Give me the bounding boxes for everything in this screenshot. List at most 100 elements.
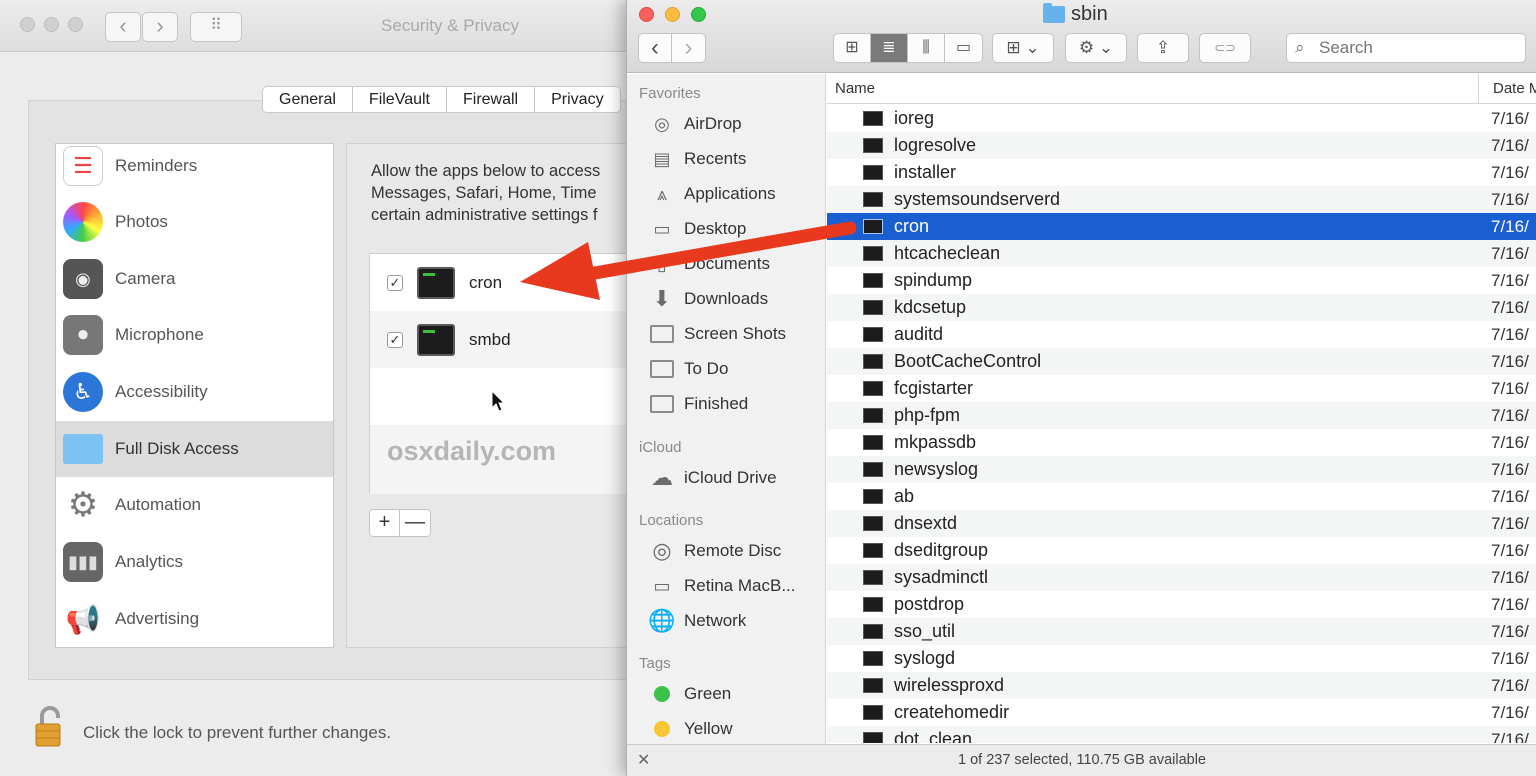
minimize-button[interactable]: [665, 7, 680, 22]
executable-icon: [863, 381, 883, 396]
file-row[interactable]: logresolve 7/16/: [827, 132, 1536, 159]
back-button[interactable]: ‹: [105, 12, 141, 42]
file-row[interactable]: mkpassdb 7/16/: [827, 429, 1536, 456]
file-row[interactable]: fcgistarter 7/16/: [827, 375, 1536, 402]
sidebar-item-icloud-drive[interactable]: ☁ iCloud Drive: [627, 461, 825, 495]
executable-icon: [863, 354, 883, 369]
icon-view-button[interactable]: ⊞: [834, 34, 871, 62]
file-list: ioreg 7/16/logresolve 7/16/installer 7/16/s…: [827, 105, 1536, 743]
file-row[interactable]: sysadminctl 7/16/: [827, 564, 1536, 591]
file-name: auditd: [894, 324, 944, 344]
search-icon: ⌕: [1295, 38, 1305, 57]
sidebar-item-network[interactable]: 🌐 Network: [627, 604, 825, 638]
sidebar-item-recents[interactable]: ▤ Recents: [627, 142, 825, 176]
file-row[interactable]: auditd 7/16/: [827, 321, 1536, 348]
file-row[interactable]: sso_util 7/16/: [827, 618, 1536, 645]
back-button[interactable]: ‹: [639, 34, 672, 62]
sidebar-item-airdrop[interactable]: ◎ AirDrop: [627, 107, 825, 141]
category-full-disk-access[interactable]: Full Disk Access: [56, 421, 333, 477]
sidebar-item-tag-green[interactable]: Green: [627, 677, 825, 711]
cron-checkbox[interactable]: ✓: [387, 274, 403, 291]
category-label: Camera: [115, 269, 176, 288]
close-button[interactable]: [639, 7, 654, 22]
file-date: 7/16/: [1491, 351, 1529, 371]
app-row-smbd[interactable]: ✓ smbd: [370, 311, 641, 368]
security-privacy-window: ‹ › ⠿ Security & Privacy General FileVau…: [0, 0, 641, 776]
file-row[interactable]: createhomedir 7/16/: [827, 699, 1536, 726]
minimize-button[interactable]: [44, 17, 59, 32]
search-input[interactable]: [1317, 37, 1517, 59]
sidebar-item-label: AirDrop: [684, 114, 742, 133]
lock-icon[interactable]: [28, 704, 72, 748]
gallery-view-button[interactable]: ▭: [945, 34, 982, 62]
add-app-button[interactable]: +: [370, 510, 400, 536]
file-row[interactable]: spindump 7/16/: [827, 267, 1536, 294]
file-row[interactable]: newsyslog 7/16/: [827, 456, 1536, 483]
group-button[interactable]: ⊞ ⌄: [992, 33, 1054, 63]
file-row[interactable]: syslogd 7/16/: [827, 645, 1536, 672]
file-row[interactable]: htcacheclean 7/16/: [827, 240, 1536, 267]
file-row[interactable]: ioreg 7/16/: [827, 105, 1536, 132]
sidebar-item-label: Documents: [684, 254, 770, 273]
forward-button[interactable]: ›: [142, 12, 178, 42]
tab-general[interactable]: General: [263, 87, 353, 112]
watermark: osxdaily.com: [387, 436, 557, 466]
sidebar-item-label: To Do: [684, 359, 729, 378]
sidebar-item-macbook[interactable]: ▭ Retina MacB...: [627, 569, 825, 603]
file-row[interactable]: cron 7/16/: [827, 213, 1536, 240]
category-reminders[interactable]: ☰ Reminders: [56, 138, 333, 194]
sidebar-item-finished[interactable]: Finished: [627, 387, 825, 421]
share-button[interactable]: ⇪: [1137, 33, 1189, 63]
remove-app-button[interactable]: —: [400, 510, 430, 536]
executable-icon: [863, 408, 883, 423]
category-label: Photos: [115, 212, 168, 231]
file-row[interactable]: systemsoundserverd 7/16/: [827, 186, 1536, 213]
search-field[interactable]: ⌕: [1286, 33, 1526, 63]
column-view-button[interactable]: ⫼: [908, 34, 945, 62]
sidebar-item-to-do[interactable]: To Do: [627, 352, 825, 386]
category-accessibility[interactable]: ♿ Accessibility: [56, 364, 333, 420]
category-automation[interactable]: ⚙ Automation: [56, 477, 333, 533]
file-name: installer: [894, 162, 957, 182]
file-row[interactable]: dseditgroup 7/16/: [827, 537, 1536, 564]
show-all-button[interactable]: ⠿: [190, 12, 242, 42]
file-row[interactable]: ab 7/16/: [827, 483, 1536, 510]
column-name-header[interactable]: Name: [835, 80, 875, 97]
sidebar-item-downloads[interactable]: ⬇ Downloads: [627, 282, 825, 316]
app-row-cron[interactable]: ✓ cron: [370, 254, 641, 311]
file-row[interactable]: php-fpm 7/16/: [827, 402, 1536, 429]
file-row[interactable]: dnsextd 7/16/: [827, 510, 1536, 537]
smbd-checkbox[interactable]: ✓: [387, 331, 403, 348]
file-row[interactable]: kdcsetup 7/16/: [827, 294, 1536, 321]
category-label: Automation: [115, 495, 201, 514]
close-button[interactable]: [20, 17, 35, 32]
sidebar-item-desktop[interactable]: ▭ Desktop: [627, 212, 825, 246]
forward-button[interactable]: ›: [672, 34, 705, 62]
file-row[interactable]: BootCacheControl 7/16/: [827, 348, 1536, 375]
zoom-button[interactable]: [691, 7, 706, 22]
sidebar-item-label: Retina MacB...: [684, 576, 796, 595]
zoom-button[interactable]: [68, 17, 83, 32]
sidebar-item-documents[interactable]: ▯ Documents: [627, 247, 825, 281]
category-microphone[interactable]: ⏺ Microphone: [56, 307, 333, 363]
tab-firewall[interactable]: Firewall: [447, 87, 536, 112]
file-name: dseditgroup: [894, 540, 989, 560]
tab-privacy[interactable]: Privacy: [535, 87, 619, 112]
category-camera[interactable]: ◉ Camera: [56, 251, 333, 307]
file-row[interactable]: postdrop 7/16/: [827, 591, 1536, 618]
tab-filevault[interactable]: FileVault: [353, 87, 447, 112]
category-photos[interactable]: Photos: [56, 194, 333, 250]
file-row[interactable]: dot_clean 7/16/: [827, 726, 1536, 743]
file-row[interactable]: wirelessproxd 7/16/: [827, 672, 1536, 699]
category-analytics[interactable]: ▮▮▮ Analytics: [56, 534, 333, 590]
sidebar-item-tag-yellow[interactable]: Yellow: [627, 712, 825, 746]
tag-button[interactable]: ⊂⊃: [1199, 33, 1251, 63]
category-advertising[interactable]: 📢 Advertising: [56, 591, 333, 647]
sidebar-item-screen-shots[interactable]: Screen Shots: [627, 317, 825, 351]
file-row[interactable]: installer 7/16/: [827, 159, 1536, 186]
sidebar-item-applications[interactable]: ⩓ Applications: [627, 177, 825, 211]
sidebar-item-remote-disc[interactable]: ◎ Remote Disc: [627, 534, 825, 568]
list-view-button[interactable]: ≣: [871, 34, 908, 62]
column-date-header[interactable]: Date M: [1478, 74, 1536, 104]
action-gear-button[interactable]: ⚙ ⌄: [1065, 33, 1127, 63]
